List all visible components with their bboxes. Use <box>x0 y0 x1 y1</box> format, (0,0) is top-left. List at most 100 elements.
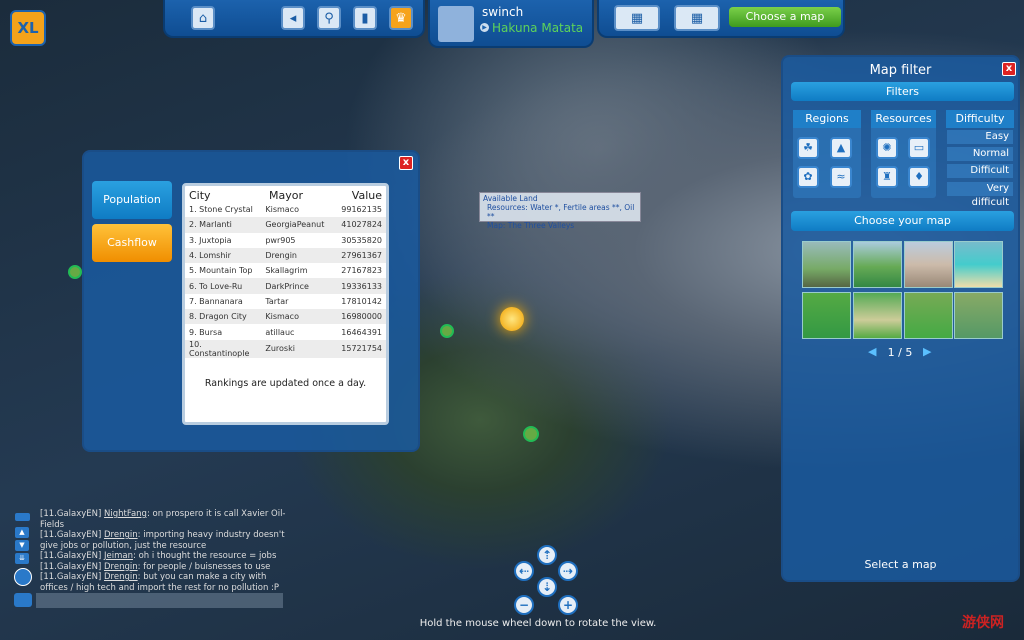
zoom-in-button[interactable]: + <box>558 595 578 615</box>
choose-map-button[interactable]: Choose a map <box>729 7 841 27</box>
city-hall-icon[interactable]: ⌂ <box>191 6 215 30</box>
rotate-left-button[interactable]: ⇠ <box>514 561 534 581</box>
play-icon[interactable]: ▶ <box>480 23 489 32</box>
land-marker[interactable] <box>523 426 539 442</box>
oil-resource-icon[interactable]: ♜ <box>876 166 898 188</box>
chat-channel: [11.GalaxyEN] <box>40 561 102 572</box>
land-marker[interactable] <box>440 324 454 338</box>
desert-region-icon[interactable]: ☘ <box>797 137 819 159</box>
filters-header[interactable]: Filters <box>791 82 1014 101</box>
scroll-up-button[interactable]: ▲ <box>15 527 29 538</box>
channel-icon[interactable] <box>14 568 32 586</box>
chat-message: [11.GalaxyEN] Drengin: for people / buis… <box>40 562 290 573</box>
status-text: Select a map <box>864 558 937 571</box>
city-name-link[interactable]: Hakuna Matata <box>492 21 583 35</box>
rotate-right-button[interactable]: ⇢ <box>558 561 578 581</box>
table-row[interactable]: 5. Mountain Top Skallagrim 27167823 <box>185 263 386 278</box>
difficulty-normal[interactable]: Normal <box>947 147 1013 161</box>
table-row[interactable]: 2. Marlanti GeorgiaPeanut 41027824 <box>185 217 386 233</box>
mayor-cell: atillauc <box>265 327 295 337</box>
city-map-icon[interactable]: ▦ <box>614 5 660 31</box>
table-row[interactable]: 4. Lomshir Drengin 27961367 <box>185 247 386 264</box>
city-cell: 9. Bursa <box>189 327 223 337</box>
difficulty-very-difficult[interactable]: Very difficult <box>947 182 1013 208</box>
map-thumbnail[interactable] <box>853 241 902 288</box>
top-toolbar: ⌂ ◂ ⚲ ▮ ♛ <box>163 0 425 38</box>
table-row[interactable]: 3. Juxtopia pwr905 30535820 <box>185 233 386 248</box>
map-thumbnail[interactable] <box>904 241 953 288</box>
chat-channel: [11.GalaxyEN] <box>40 509 102 519</box>
table-row[interactable]: 6. To Love-Ru DarkPrince 19336133 <box>185 278 386 294</box>
tilt-down-button[interactable]: ⇣ <box>537 577 557 597</box>
chat-text: : oh i thought the resource = jobs <box>133 551 277 561</box>
scroll-bottom-button[interactable]: ⇊ <box>15 553 29 564</box>
table-row[interactable]: 8. Dragon City Kismaco 16980000 <box>185 309 386 325</box>
chat-message: [11.GalaxyEN] Drengin: but you can make … <box>40 572 290 593</box>
chat-username-link[interactable]: Drengin <box>104 530 138 540</box>
table-row[interactable]: 9. Bursa atillauc 16464391 <box>185 324 386 339</box>
scroll-down-button[interactable]: ▼ <box>15 540 29 551</box>
prev-page-arrow[interactable]: ◀ <box>868 345 876 358</box>
column-header-mayor[interactable]: Mayor <box>269 189 349 202</box>
land-marker[interactable] <box>68 265 82 279</box>
tab-population[interactable]: Population <box>92 181 172 219</box>
table-row[interactable]: 10. Constantinople Zuroski 15721754 <box>185 339 386 358</box>
region-map-icon[interactable]: ▦ <box>674 5 720 31</box>
map-thumbnail[interactable] <box>904 292 953 339</box>
difficulty-easy[interactable]: Easy <box>947 130 1013 144</box>
mountain-region-icon[interactable]: ▲ <box>830 137 852 159</box>
chart-icon[interactable]: ▮ <box>353 6 377 30</box>
avatar[interactable] <box>438 6 474 42</box>
chat-username-link[interactable]: NightFang <box>104 509 147 519</box>
table-row[interactable]: 7. Bannanara Tartar 17810142 <box>185 294 386 309</box>
search-icon[interactable]: ⚲ <box>317 6 341 30</box>
app-logo[interactable]: XL <box>10 10 46 46</box>
mayor-cell: GeorgiaPeanut <box>261 217 338 233</box>
city-cell: 10. Constantinople <box>185 339 262 358</box>
chat-text: : for people / buisnesses to use <box>137 561 271 572</box>
chat-username-link[interactable]: Drengin <box>104 572 138 582</box>
chat-username-link[interactable]: Jeiman <box>104 551 133 561</box>
mayor-cell: Kismaco <box>261 309 338 325</box>
ore-resource-icon[interactable]: ✺ <box>876 137 898 159</box>
value-cell: 99162135 <box>341 205 382 215</box>
land-tooltip: Available Land Resources: Water *, Ferti… <box>479 192 641 230</box>
water-resource-icon[interactable]: ♦ <box>908 166 930 188</box>
rotate-arrows-icon[interactable]: ◂ <box>281 6 305 30</box>
value-cell: 27961367 <box>337 247 386 264</box>
trophy-icon[interactable]: ♛ <box>389 6 413 30</box>
column-header-city[interactable]: City <box>189 189 269 202</box>
chat-input[interactable] <box>36 593 283 608</box>
chat-username-link[interactable]: Drengin <box>104 562 138 572</box>
map-thumbnail[interactable] <box>954 292 1003 339</box>
chat-tab-button[interactable] <box>15 513 30 521</box>
column-header-value[interactable]: Value <box>349 189 382 202</box>
map-thumbnail[interactable] <box>802 292 851 339</box>
username: swinch <box>482 5 524 19</box>
island-region-icon[interactable]: ✿ <box>797 166 819 188</box>
map-thumbnail[interactable] <box>853 292 902 339</box>
fertile-resource-icon[interactable]: ▭ <box>908 137 930 159</box>
map-thumbnail[interactable] <box>954 241 1003 288</box>
mayor-cell: Tartar <box>265 296 289 306</box>
chat-channel: [11.GalaxyEN] <box>40 530 102 540</box>
map-thumbnail[interactable] <box>802 241 851 288</box>
chat-message: [11.GalaxyEN] NightFang: on prospero it … <box>40 509 290 530</box>
close-button[interactable]: x <box>1002 62 1016 76</box>
next-page-arrow[interactable]: ▶ <box>923 345 931 358</box>
coast-region-icon[interactable]: ≈ <box>830 166 852 188</box>
chat-message: [11.GalaxyEN] Jeiman: oh i thought the r… <box>40 551 290 562</box>
selected-land-marker[interactable] <box>500 307 524 331</box>
resources-label: Resources <box>871 110 936 128</box>
tilt-up-button[interactable]: ⇡ <box>537 545 557 565</box>
difficulty-difficult[interactable]: Difficult <box>947 164 1013 178</box>
tab-cashflow[interactable]: Cashflow <box>92 224 172 262</box>
rankings-table: City Mayor Value 1. Stone Crystal Kismaco… <box>182 183 389 425</box>
table-row[interactable]: 1. Stone Crystal Kismaco 99162135 <box>185 202 386 217</box>
chat-bubble-icon[interactable] <box>14 593 32 607</box>
rankings-panel: x Population Cashflow City Mayor Value 1… <box>82 150 420 452</box>
chat-channel: [11.GalaxyEN] <box>40 551 102 561</box>
map-toolbar: ▦ ▦ Choose a map <box>597 0 845 38</box>
zoom-out-button[interactable]: − <box>514 595 534 615</box>
close-button[interactable]: x <box>399 156 413 170</box>
